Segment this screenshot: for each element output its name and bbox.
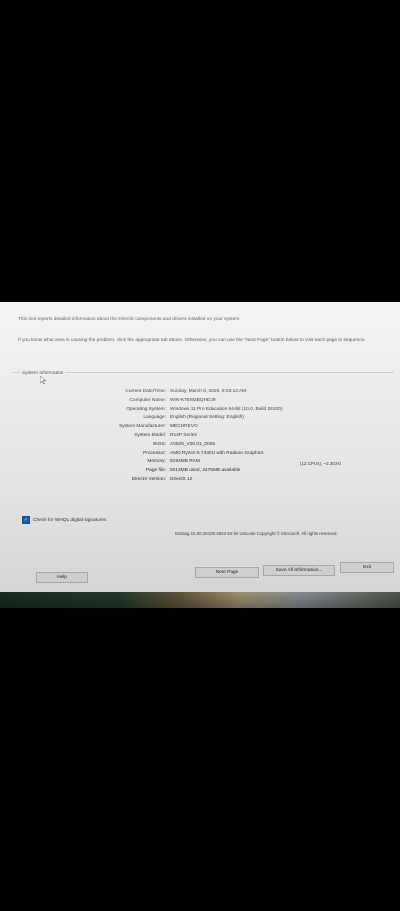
whql-check-row[interactable]: ✓ Check for WHQL digital signatures [22, 516, 106, 524]
info-row: Processor: AMD Ryzen 5 7430U with Radeon … [0, 450, 400, 458]
info-row: BIOS: A0525_V00.01_0005 [0, 441, 400, 449]
intro-text: This tool reports detailed information a… [18, 317, 241, 322]
mouse-cursor-icon [40, 376, 46, 384]
info-value: WIN-K7EM2BQHDJ9 [170, 397, 216, 403]
info-row: System Manufacturer: MECHREVO [0, 423, 400, 431]
info-value: AMD Ryzen 5 7430U with Radeon Graphics [170, 450, 264, 456]
desktop-wallpaper-strip [0, 592, 400, 608]
info-value: MECHREVO [170, 424, 198, 430]
info-value: 8192MB RAM [170, 459, 200, 465]
intro-text-2: If you know what area is causing the pro… [18, 338, 366, 343]
directx-diagnostic-dialog: This tool reports detailed information a… [0, 302, 400, 592]
info-label: System Manufacturer: [119, 424, 166, 430]
info-row: Computer Name: WIN-K7EM2BQHDJ9 [0, 397, 400, 405]
photographed-screen: This tool reports detailed information a… [0, 302, 400, 608]
version-copyright-text: DxDiag 10.00.26100.3624 64-bit Unicode C… [175, 531, 338, 536]
info-label: Operating System: [126, 406, 166, 412]
info-row: Current Date/Time: Sunday, March 8, 2026,… [0, 388, 400, 396]
info-row: DirectX Version: DirectX 12 [0, 476, 400, 484]
exit-button[interactable]: Exit [340, 562, 394, 573]
help-button[interactable]: Help [36, 572, 88, 583]
info-value: English (Regional Setting: English) [170, 415, 244, 421]
info-label: Processor: [143, 450, 166, 456]
whql-checkbox[interactable]: ✓ [22, 516, 30, 524]
info-label: Language: [143, 415, 166, 421]
info-row: Operating System: Windows 11 Pro Educatio… [0, 406, 400, 414]
info-row: Page file: 5013MB used, 4475MB available [0, 467, 400, 475]
info-row: System Model: R14P Series [0, 432, 400, 440]
info-value: 5013MB used, 4475MB available [170, 468, 241, 474]
info-label: Page file: [145, 468, 166, 474]
next-page-button[interactable]: Next Page [195, 567, 259, 578]
info-label: Computer Name: [129, 397, 166, 403]
info-label: System Model: [134, 433, 166, 438]
info-label: Current Date/Time: [125, 389, 166, 394]
info-value: R14P Series [170, 433, 197, 438]
info-row: Language: English (Regional Setting: Engl… [0, 414, 400, 422]
info-label: BIOS: [153, 441, 166, 447]
info-value: A0525_V00.01_0005 [170, 441, 216, 447]
save-all-information-button[interactable]: Save All Information... [263, 565, 335, 576]
info-value: Windows 11 Pro Education 64-bit (10.0, B… [170, 406, 283, 412]
info-label: Memory: [147, 459, 166, 465]
info-value: DirectX 12 [170, 477, 193, 482]
info-label: DirectX Version: [131, 477, 166, 482]
whql-label: Check for WHQL digital signatures [33, 517, 107, 523]
info-value: Sunday, March 8, 2026, 9:25:13 AM [170, 389, 247, 394]
processor-extra: (12 CPUs), ~2.3GHz [300, 461, 342, 466]
